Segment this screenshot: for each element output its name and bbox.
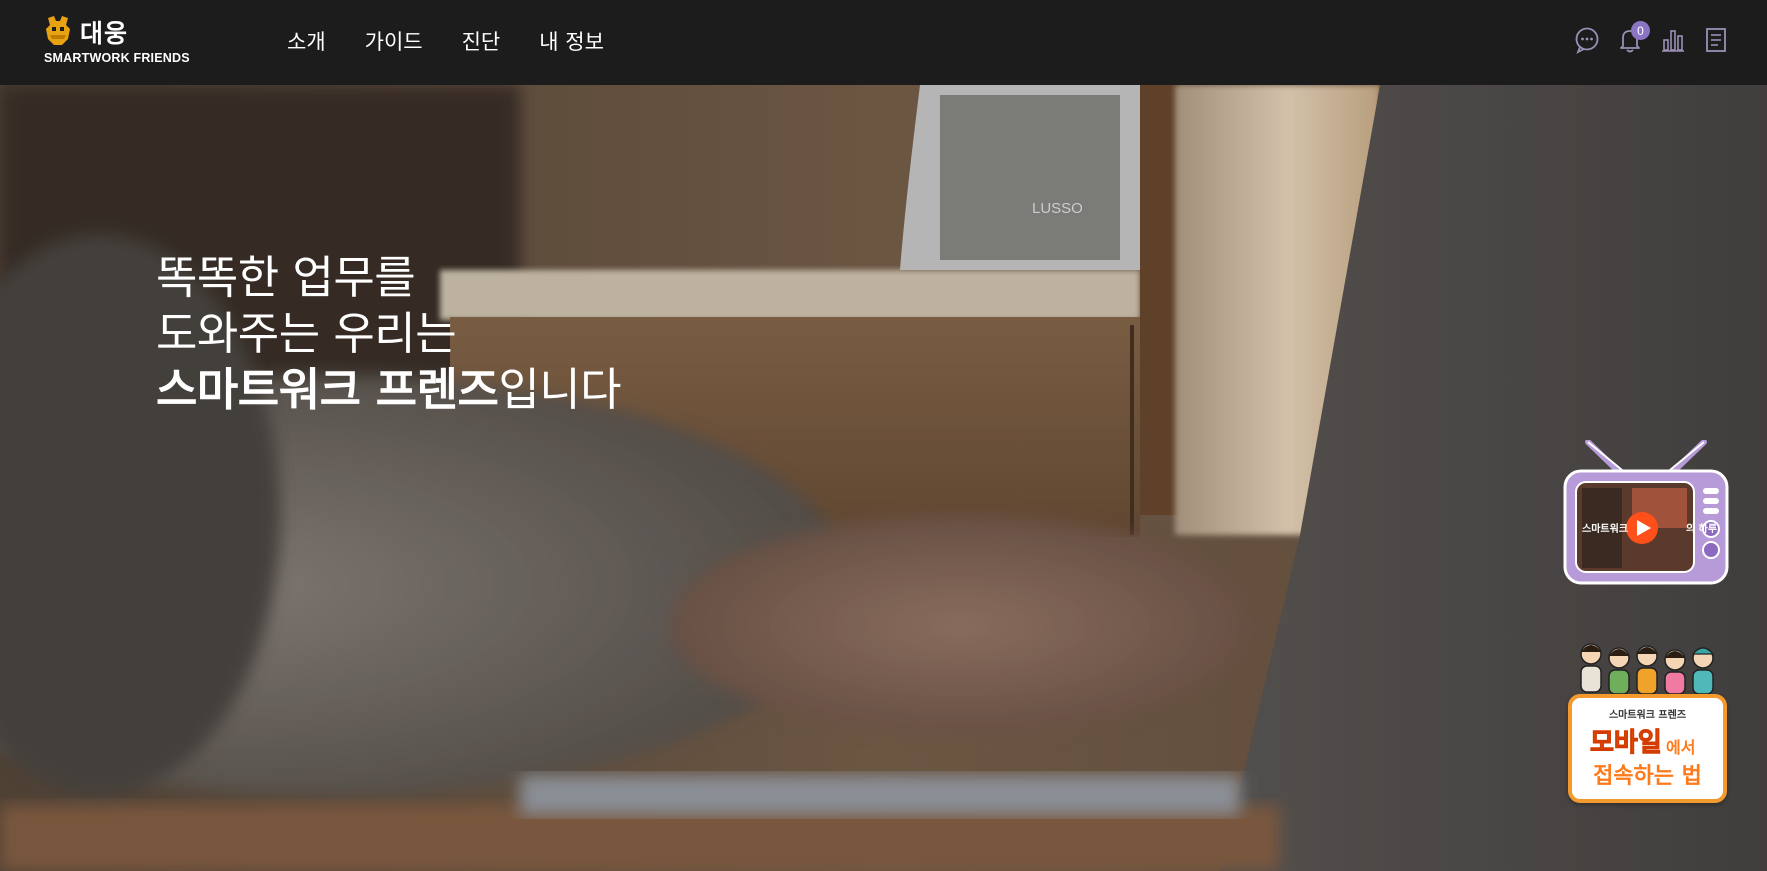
mobile-guide-card: 스마트워크 프렌즈 모바일 에서 접속하는 법 — [1568, 694, 1727, 803]
hero-line-3-rest: 입니다 — [498, 363, 622, 416]
hero-line-2: 도와주는 우리는 — [156, 307, 457, 360]
statistics-button[interactable] — [1660, 26, 1686, 54]
bear-logo-icon — [46, 16, 70, 45]
hero-section: LUSSO 똑똑한 업무를 도와주는 우리는 스마트워크 프렌즈입니다 — [0, 85, 1767, 871]
mobile-access-guide-widget[interactable]: 스마트워크 프렌즈 모바일 에서 접속하는 법 — [1567, 640, 1727, 803]
brand-logo[interactable]: 대웅 SMARTWORK FRIENDS — [44, 15, 204, 70]
main-nav: 소개 가이드 진단 내 정보 — [287, 26, 643, 56]
nav-item-guide[interactable]: 가이드 — [365, 26, 423, 56]
header-toolbar: 0 — [1557, 21, 1729, 54]
chat-icon — [1575, 27, 1599, 54]
hero-line-3-bold: 스마트워크 프렌즈 — [156, 363, 499, 416]
chat-button[interactable] — [1574, 26, 1600, 54]
bar-chart-icon — [1662, 30, 1684, 52]
mobile-guide-suffix: 에서 — [1666, 738, 1696, 757]
video-tv-widget[interactable]: 스마트워크 의 하루 — [1562, 440, 1730, 587]
tv-icon — [1563, 440, 1729, 585]
nav-item-diagnosis[interactable]: 진단 — [462, 26, 501, 56]
tv-caption: 스마트워크 의 하루 — [1582, 524, 1718, 535]
hero-line-3: 스마트워크 프렌즈입니다 — [156, 362, 622, 418]
notification-button[interactable]: 0 — [1617, 21, 1650, 54]
mobile-guide-subtitle: 스마트워크 프렌즈 — [1608, 710, 1687, 721]
hero-overlay — [0, 85, 1767, 871]
characters-illustration-icon — [1580, 643, 1715, 695]
brand-subtitle: SMARTWORK FRIENDS — [44, 51, 190, 65]
brand-name: 대웅 — [80, 19, 129, 48]
nav-item-intro[interactable]: 소개 — [287, 26, 326, 56]
document-button[interactable] — [1703, 26, 1729, 54]
notification-badge: 0 — [1631, 21, 1650, 40]
document-icon — [1706, 28, 1726, 52]
hero-line-1: 똑똑한 업무를 — [156, 251, 416, 304]
mobile-guide-highlight: 모바일 — [1590, 728, 1663, 759]
nav-item-my-info[interactable]: 내 정보 — [539, 26, 604, 56]
hero-headline: 똑똑한 업무를 도와주는 우리는 스마트워크 프렌즈입니다 — [156, 250, 622, 418]
mobile-guide-title: 접속하는 법 — [1593, 764, 1702, 789]
top-header: 대웅 SMARTWORK FRIENDS 소개 가이드 진단 내 정보 0 — [0, 0, 1767, 85]
